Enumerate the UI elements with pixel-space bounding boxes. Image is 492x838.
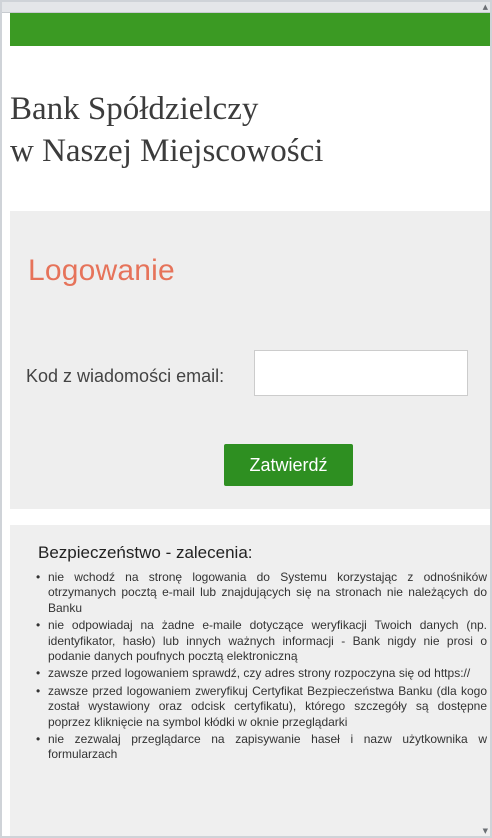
login-panel: Logowanie Kod z wiadomości email: Zatwie… bbox=[10, 211, 490, 509]
bank-name-line2: w Naszej Miejscowości bbox=[10, 133, 324, 169]
security-item: zawsze przed logowaniem sprawdź, czy adr… bbox=[35, 666, 487, 682]
top-green-bar bbox=[10, 13, 490, 46]
security-item: nie odpowiadaj na żadne e-maile dotycząc… bbox=[35, 618, 487, 664]
scroll-down-arrow-icon[interactable]: ▼ bbox=[483, 827, 488, 835]
security-list: nie wchodź na stronę logowania do System… bbox=[35, 570, 487, 765]
security-item: zawsze przed logowaniem zweryfikuj Certy… bbox=[35, 684, 487, 730]
login-title: Logowanie bbox=[28, 254, 175, 287]
bank-name-line1: Bank Spółdzielczy bbox=[10, 91, 259, 127]
security-title: Bezpieczeństwo - zalecenia: bbox=[38, 543, 253, 562]
submit-button[interactable]: Zatwierdź bbox=[224, 444, 353, 486]
browser-top-strip: ▲ bbox=[2, 2, 490, 13]
scroll-up-arrow-icon[interactable]: ▲ bbox=[483, 3, 488, 11]
security-item: nie wchodź na stronę logowania do System… bbox=[35, 570, 487, 616]
bank-name: Bank Spółdzielczy w Naszej Miejscowości bbox=[10, 88, 480, 172]
page-frame: ▲ Bank Spółdzielczy w Naszej Miejscowośc… bbox=[0, 0, 492, 838]
email-code-label: Kod z wiadomości email: bbox=[26, 366, 225, 386]
security-item: nie zezwalaj przeglądarce na zapisywanie… bbox=[35, 732, 487, 763]
email-code-input[interactable] bbox=[254, 350, 468, 396]
security-panel: Bezpieczeństwo - zalecenia: nie wchodź n… bbox=[10, 525, 490, 836]
